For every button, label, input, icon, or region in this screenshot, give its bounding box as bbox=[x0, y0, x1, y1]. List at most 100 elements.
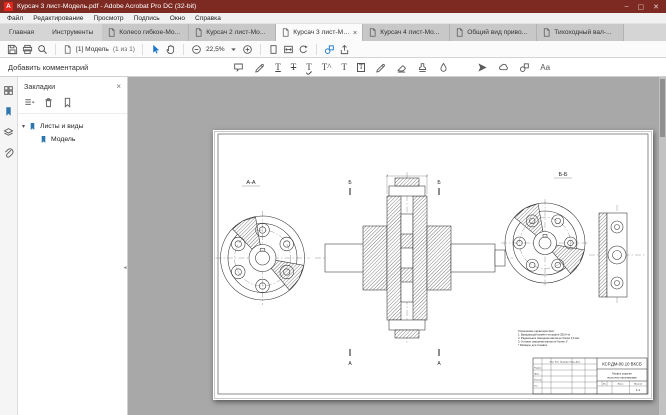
acrobat-logo-icon: A bbox=[4, 2, 13, 11]
text-box-icon[interactable]: T bbox=[357, 63, 365, 72]
fit-width-icon[interactable] bbox=[283, 44, 294, 55]
bookmark-child-item[interactable]: Модель bbox=[22, 133, 123, 146]
cut-b-label: Б bbox=[348, 180, 352, 186]
menu-item-sign[interactable]: Подпись bbox=[129, 15, 165, 22]
menu-item-view[interactable]: Просмотр bbox=[88, 15, 128, 22]
part-name-line1: Муфта упругая bbox=[612, 372, 632, 376]
cloud-icon[interactable] bbox=[498, 62, 509, 73]
svg-text:Масса: Масса bbox=[618, 384, 625, 386]
comment-tools: T T T T^ T T bbox=[233, 62, 449, 73]
page-icon bbox=[455, 28, 464, 37]
new-bookmark-icon[interactable] bbox=[62, 97, 73, 108]
svg-text:* Размеры для справок.: * Размеры для справок. bbox=[518, 343, 548, 347]
zoom-out-icon[interactable] bbox=[191, 44, 202, 55]
bookmarks-panel-icon[interactable] bbox=[3, 106, 14, 117]
svg-text:1. Вращающий момент на муфте 2: 1. Вращающий момент на муфте 250 Н·м. bbox=[518, 333, 571, 337]
search-icon[interactable] bbox=[37, 44, 48, 55]
underline-text-icon[interactable]: T bbox=[275, 63, 281, 72]
doc-tab-6[interactable]: Тихоходный вал-... bbox=[537, 24, 624, 41]
save-icon[interactable] bbox=[7, 44, 18, 55]
bookmark-root-item[interactable]: ▾ Листы и виды bbox=[22, 120, 123, 133]
svg-text:Утв.: Утв. bbox=[534, 386, 538, 388]
tab-tools[interactable]: Инструменты bbox=[43, 24, 102, 41]
rotate-view-icon[interactable] bbox=[298, 44, 309, 55]
part-name-line2: втулочно-пальчиковая bbox=[607, 376, 637, 380]
single-page-view-icon[interactable] bbox=[268, 44, 279, 55]
menu-item-file[interactable]: Файл bbox=[2, 15, 28, 22]
page-thumbnails-panel-icon[interactable] bbox=[3, 85, 14, 96]
bookmark-root-label: Листы и виды bbox=[40, 123, 84, 130]
bookmark-child-label: Модель bbox=[51, 136, 75, 143]
comment-bubble-icon[interactable] bbox=[233, 62, 244, 73]
highlight-icon[interactable] bbox=[254, 62, 265, 73]
print-icon[interactable] bbox=[22, 44, 33, 55]
stamp-icon[interactable] bbox=[417, 62, 428, 73]
send-icon[interactable] bbox=[477, 62, 488, 73]
doc-tab-label: Курсач 2 лист-Мо... bbox=[206, 29, 270, 36]
squiggly-text-icon[interactable]: T bbox=[306, 63, 312, 72]
eraser-icon[interactable] bbox=[396, 62, 407, 73]
zoom-level[interactable]: 22,5% bbox=[206, 46, 225, 53]
shapes-icon[interactable] bbox=[519, 62, 530, 73]
section-a-label: А-А bbox=[246, 180, 256, 186]
bookmarks-panel-title: Закладки bbox=[24, 82, 55, 91]
maximize-button[interactable]: ▢ bbox=[638, 3, 645, 11]
page-icon bbox=[368, 28, 377, 37]
comment-toolbar: Добавить комментарий T T T T^ T T Aa bbox=[0, 58, 666, 77]
svg-text:Лит.: Лит. bbox=[603, 384, 607, 386]
minimize-button[interactable]: – bbox=[625, 3, 629, 11]
insert-text-icon[interactable]: T^ bbox=[322, 63, 332, 72]
vertical-scrollbar[interactable] bbox=[659, 77, 666, 415]
doc-tab-1[interactable]: Колесо гибкое-Мо... bbox=[102, 24, 189, 41]
scrollbar-thumb[interactable] bbox=[660, 79, 665, 137]
page-icon bbox=[107, 28, 116, 37]
strikethrough-text-icon[interactable]: T bbox=[291, 63, 297, 72]
close-button[interactable]: ✕ bbox=[653, 3, 659, 11]
navigation-pane-strip bbox=[0, 77, 18, 415]
panel-close-icon[interactable]: × bbox=[116, 82, 121, 91]
layers-panel-icon[interactable] bbox=[3, 127, 14, 138]
menu-item-edit[interactable]: Редактирование bbox=[28, 15, 88, 22]
text-style-button[interactable]: Aa bbox=[540, 63, 550, 72]
ink-drop-icon[interactable] bbox=[438, 62, 449, 73]
drawing-scale: 1:1 bbox=[636, 388, 641, 392]
zoom-dropdown-icon[interactable] bbox=[229, 45, 238, 54]
svg-text:Н.контр.: Н.контр. bbox=[534, 380, 542, 382]
page-icon bbox=[542, 28, 551, 37]
drawing-code: КСР.ДМ-00.10 ВКСБ bbox=[602, 362, 642, 367]
pdf-page[interactable]: А-А bbox=[213, 130, 653, 400]
bookmarks-toolbar bbox=[18, 94, 127, 114]
attachments-panel-icon[interactable] bbox=[3, 148, 14, 159]
zoom-in-icon[interactable] bbox=[242, 44, 253, 55]
page-thumbnail-icon[interactable] bbox=[63, 45, 72, 54]
main-toolbar: [1] Модель (1 из 1) 22,5% bbox=[0, 41, 666, 58]
doc-tab-2[interactable]: Курсач 2 лист-Мо... bbox=[189, 24, 276, 41]
doc-tab-label: Курсач 4 лист-Мо... bbox=[380, 29, 444, 36]
tree-expand-icon[interactable]: ▾ bbox=[22, 123, 25, 130]
doc-tab-label: Колесо гибкое-Мо... bbox=[119, 29, 183, 36]
share-icon[interactable] bbox=[339, 44, 350, 55]
page-indicator[interactable]: [1] Модель bbox=[76, 46, 109, 53]
bookmark-options-icon[interactable] bbox=[24, 97, 35, 108]
more-tools-icon[interactable] bbox=[324, 44, 335, 55]
page-icon bbox=[194, 28, 203, 37]
left-flange-view bbox=[216, 211, 310, 305]
document-area[interactable]: А-А bbox=[128, 77, 666, 415]
doc-tab-3-active[interactable]: Курсач 3 лист-Мо... × bbox=[276, 24, 363, 41]
svg-text:Разраб.: Разраб. bbox=[534, 368, 542, 370]
doc-tab-5[interactable]: Общий вид приво... bbox=[450, 24, 537, 41]
menu-item-help[interactable]: Справка bbox=[190, 15, 226, 22]
tab-bar: Главная Инструменты Колесо гибкое-Мо... … bbox=[0, 24, 666, 41]
menu-bar: Файл Редактирование Просмотр Подпись Окн… bbox=[0, 13, 666, 24]
add-text-icon[interactable]: T bbox=[342, 63, 348, 72]
select-tool-icon[interactable] bbox=[150, 44, 161, 55]
doc-tab-4[interactable]: Курсач 4 лист-Мо... bbox=[363, 24, 450, 41]
delete-bookmark-icon[interactable] bbox=[43, 97, 54, 108]
tab-close-icon[interactable]: × bbox=[353, 28, 357, 37]
drawing-canvas: А-А bbox=[213, 130, 653, 400]
draw-icon[interactable] bbox=[375, 62, 386, 73]
hand-tool-icon[interactable] bbox=[165, 44, 176, 55]
coupling-section-view bbox=[315, 172, 513, 344]
tab-home[interactable]: Главная bbox=[0, 24, 43, 41]
menu-item-window[interactable]: Окно bbox=[165, 15, 190, 22]
